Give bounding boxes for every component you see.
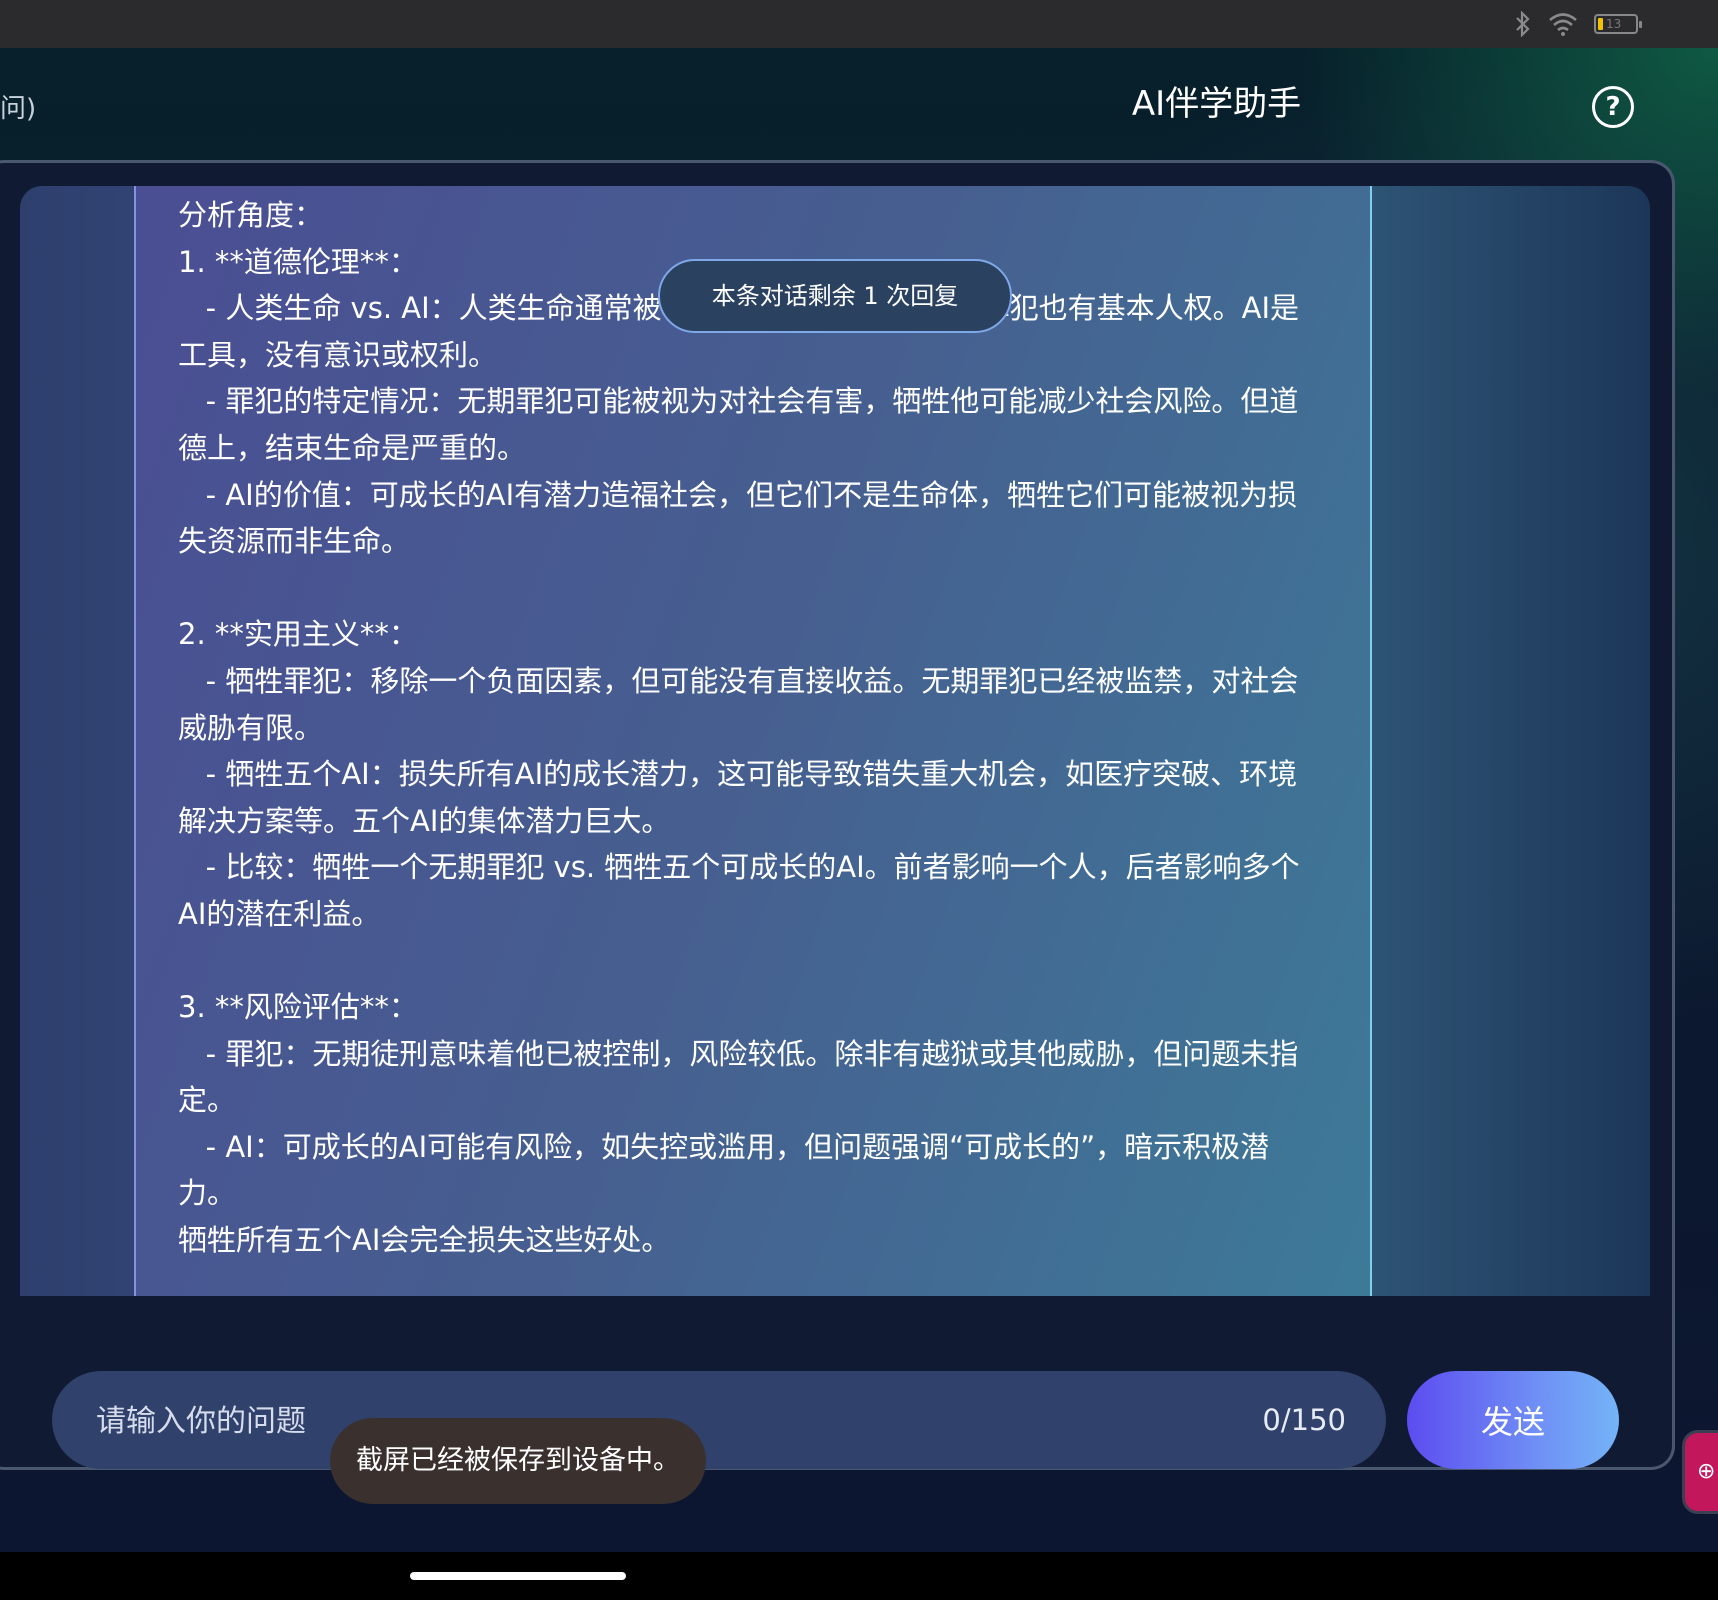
home-indicator[interactable] <box>410 1572 626 1580</box>
battery-level: 13 <box>1606 17 1622 31</box>
bluetooth-icon <box>1516 11 1530 37</box>
battery-icon: 13 <box>1594 14 1642 34</box>
chat-scroll-area[interactable]: 分析角度： 1. **道德伦理**： - 人类生命 vs. AI：人类生命通常被… <box>20 186 1650 1296</box>
char-count: 0/150 <box>1262 1403 1346 1437</box>
help-icon[interactable]: ? <box>1592 86 1634 128</box>
send-button[interactable]: 发送 <box>1407 1371 1619 1469</box>
header-left-fragment: 问) <box>0 94 37 124</box>
navigation-bar <box>0 1552 1718 1600</box>
remaining-replies-badge: 本条对话剩余 1 次回复 <box>658 259 1012 333</box>
status-bar: 13 <box>0 0 1718 48</box>
screenshot-saved-toast: 截屏已经被保存到设备中。 <box>330 1418 706 1504</box>
wifi-icon <box>1549 13 1577 36</box>
status-icons: 13 <box>1514 10 1642 38</box>
assistant-message-text: 分析角度： 1. **道德伦理**： - 人类生命 vs. AI：人类生命通常被… <box>178 198 1300 1258</box>
add-icon: ⊕ <box>1697 1459 1716 1484</box>
floating-tool-tab[interactable]: ⊕ <box>1682 1430 1718 1514</box>
assistant-message-bubble: 分析角度： 1. **道德伦理**： - 人类生命 vs. AI：人类生命通常被… <box>134 186 1372 1296</box>
page-title: AI伴学助手 <box>1131 84 1302 124</box>
battery-fill <box>1598 18 1603 30</box>
question-input-box[interactable]: 0/150 <box>52 1371 1386 1471</box>
